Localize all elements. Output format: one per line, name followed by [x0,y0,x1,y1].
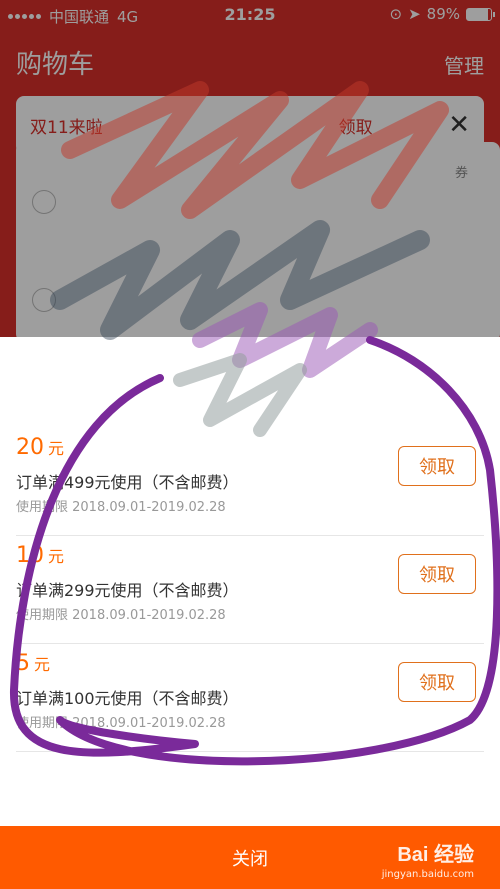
coupon-amount: 10 元 [16,543,64,568]
coupon-amount-unit: 元 [48,439,65,458]
coupon-period: 使用期限 2018.09.01-2019.02.28 [16,500,226,515]
coupon-sheet: 20 元 订单满499元使用（不含邮费） 使用期限 2018.09.01-2019… [0,337,500,889]
watermark-brand: Bai 经验 [397,844,474,866]
coupon-item: 20 元 订单满499元使用（不含邮费） 使用期限 2018.09.01-2019… [16,429,484,536]
coupon-item: 10 元 订单满299元使用（不含邮费） 使用期限 2018.09.01-2019… [16,537,484,644]
claim-button[interactable]: 领取 [398,446,476,486]
coupon-amount-value: 20 [16,435,44,460]
watermark-site: jingyan.baidu.com [381,869,474,880]
claim-button[interactable]: 领取 [398,554,476,594]
coupon-item: 5元 订单满100元使用（不含邮费） 使用期限 2018.09.01-2019.… [16,645,484,752]
coupon-amount-value: 10 [16,543,44,568]
coupon-period: 使用期限 2018.09.01-2019.02.28 [16,716,226,731]
coupon-amount-unit: 元 [48,547,65,566]
close-button[interactable]: 关闭 [232,845,268,871]
claim-button[interactable]: 领取 [398,662,476,702]
coupon-amount-unit: 元 [34,655,51,674]
coupon-condition: 订单满499元使用（不含邮费） [16,473,239,492]
coupon-amount-value: 5 [16,651,30,676]
baidu-jingyan-watermark: Bai 经验 jingyan.baidu.com [382,838,474,880]
coupon-period: 使用期限 2018.09.01-2019.02.28 [16,608,226,623]
coupon-condition: 订单满299元使用（不含邮费） [16,581,239,600]
coupon-amount: 5元 [16,651,50,676]
coupon-condition: 订单满100元使用（不含邮费） [16,689,239,708]
coupon-amount: 20 元 [16,435,64,460]
